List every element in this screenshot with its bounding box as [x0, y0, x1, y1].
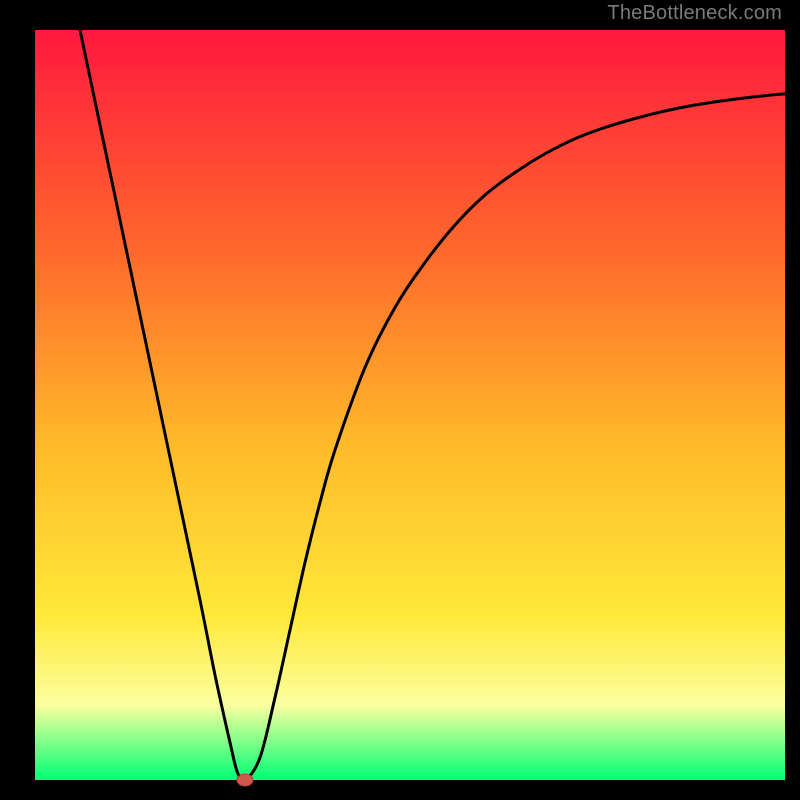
optimal-marker — [237, 774, 253, 786]
chart-frame: TheBottleneck.com — [0, 0, 800, 800]
gradient-background — [35, 30, 785, 780]
watermark-label: TheBottleneck.com — [607, 2, 782, 25]
bottleneck-chart — [0, 0, 800, 800]
